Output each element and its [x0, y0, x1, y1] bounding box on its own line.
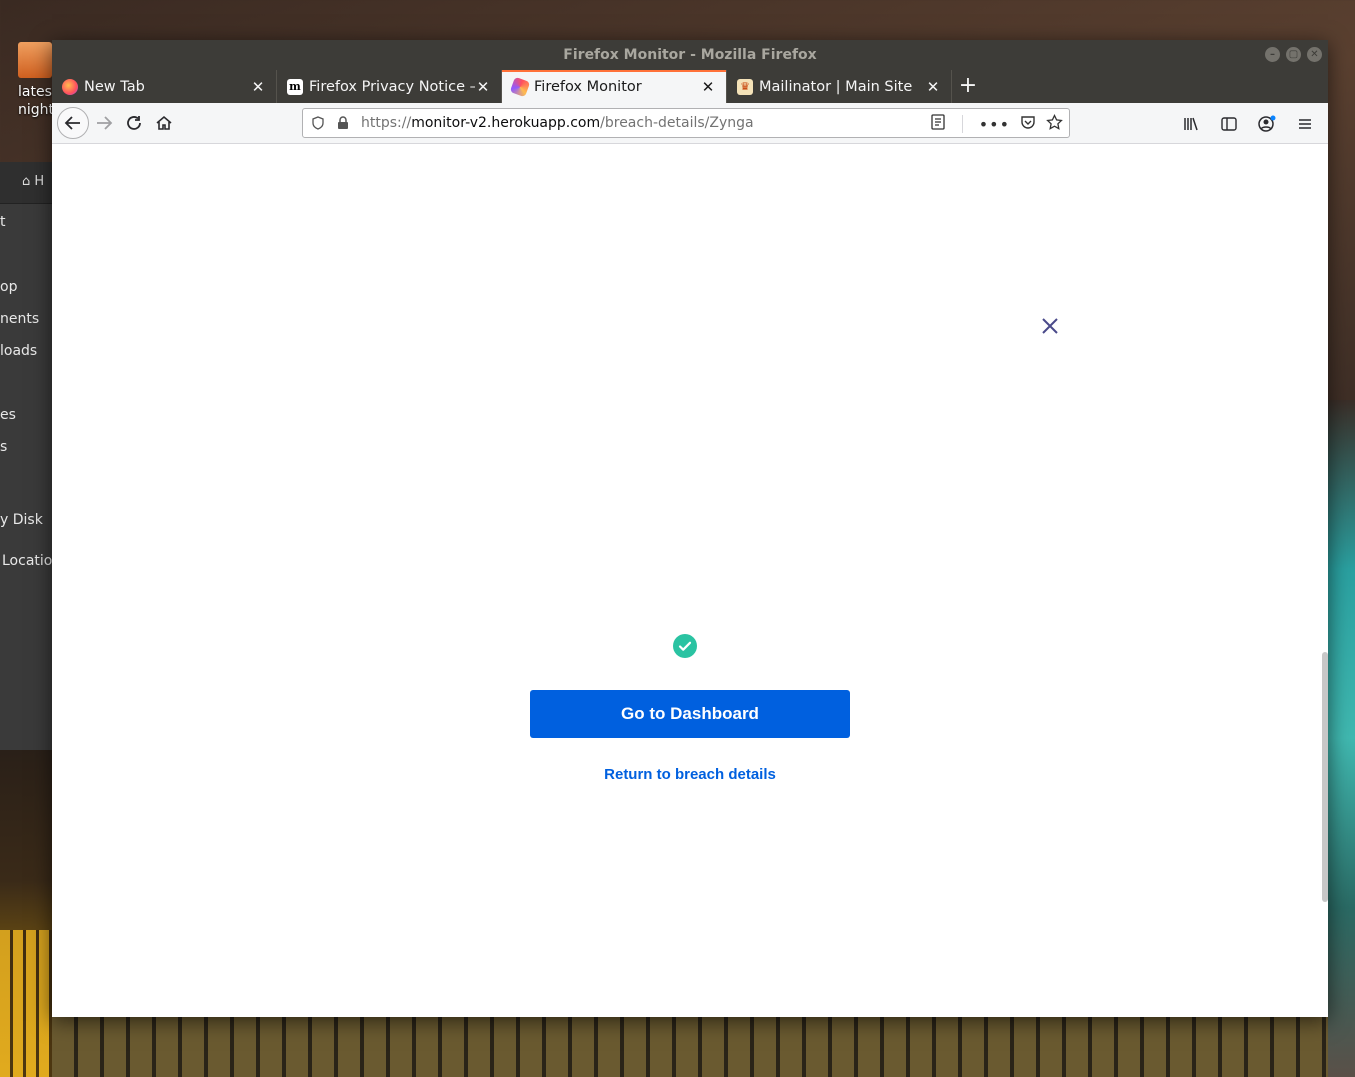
files-sidebar: ⌂ H t op nents loads es s y Disk Locatio: [0, 162, 52, 750]
return-to-breach-details-link[interactable]: Return to breach details: [530, 766, 850, 783]
success-check-icon: [673, 634, 697, 658]
tab-strip: New Tab ✕ m Firefox Privacy Notice — ✕ F…: [52, 70, 1328, 103]
home-icon: ⌂: [22, 174, 31, 189]
reload-button[interactable]: [119, 108, 149, 138]
url-path: /breach-details/Zynga: [600, 115, 754, 131]
account-icon: [1258, 115, 1276, 132]
close-icon[interactable]: [1038, 314, 1062, 338]
tab-title: Mailinator | Main Site: [759, 78, 913, 95]
close-window-button[interactable]: ✕: [1307, 47, 1322, 62]
sidebar-button[interactable]: [1214, 109, 1244, 139]
desktop-folder-icon[interactable]: [18, 42, 52, 78]
new-tab-button[interactable]: +: [954, 70, 982, 103]
files-item[interactable]: y Disk: [0, 512, 43, 528]
wallpaper-right: [1328, 400, 1355, 1077]
mailinator-icon: ♛: [737, 78, 753, 95]
tab-close-icon[interactable]: ✕: [475, 79, 491, 95]
hamburger-menu-icon: [1299, 119, 1311, 129]
files-item[interactable]: Locatio: [2, 553, 52, 569]
m-icon: m: [287, 78, 303, 95]
reload-icon: [127, 116, 141, 130]
url-host: monitor-v2.herokuapp.com: [411, 115, 601, 131]
desktop-label-line-2: night: [18, 102, 55, 118]
pocket-icon[interactable]: [1020, 114, 1036, 134]
files-header: ⌂ H: [0, 162, 52, 204]
url-scheme: https://: [361, 115, 412, 131]
sidebar-icon: [1221, 117, 1237, 131]
menu-button[interactable]: [1290, 109, 1320, 139]
forward-button[interactable]: [89, 108, 119, 138]
tab-close-icon[interactable]: ✕: [925, 79, 941, 95]
desktop-folder-label: lates night: [18, 83, 54, 119]
files-header-text: H: [34, 174, 45, 189]
scrollbar-thumb[interactable]: [1322, 652, 1328, 902]
url-text: https://monitor-v2.herokuapp.com/breach-…: [361, 115, 754, 131]
tab-title: New Tab: [84, 78, 145, 95]
go-to-dashboard-button[interactable]: Go to Dashboard: [530, 690, 850, 738]
firefox-window: Firefox Monitor - Mozilla Firefox – ▢ ✕ …: [52, 40, 1328, 1017]
url-divider: [961, 115, 963, 133]
account-button[interactable]: [1252, 109, 1282, 139]
maximize-button[interactable]: ▢: [1286, 47, 1301, 62]
tab-title: Firefox Monitor: [534, 78, 642, 95]
tab-privacy-notice[interactable]: m Firefox Privacy Notice — ✕: [277, 70, 502, 103]
tab-close-icon[interactable]: ✕: [250, 79, 266, 95]
files-item[interactable]: s: [0, 439, 7, 455]
library-button[interactable]: [1176, 109, 1206, 139]
window-controls: – ▢ ✕: [1265, 47, 1322, 62]
reader-view-icon[interactable]: [930, 113, 946, 135]
window-titlebar[interactable]: Firefox Monitor - Mozilla Firefox – ▢ ✕: [52, 40, 1328, 70]
desktop-label-line-1: lates: [18, 84, 52, 100]
window-title: Firefox Monitor - Mozilla Firefox: [563, 47, 817, 63]
home-button[interactable]: [149, 108, 179, 138]
files-item[interactable]: nents: [0, 311, 39, 327]
firefox-icon: [62, 78, 78, 95]
home-icon: [156, 115, 172, 130]
tab-title: Firefox Privacy Notice —: [309, 78, 475, 95]
tab-mailinator[interactable]: ♛ Mailinator | Main Site ✕: [727, 70, 952, 103]
navigation-toolbar: https://monitor-v2.herokuapp.com/breach-…: [52, 103, 1328, 144]
page-actions-icon[interactable]: •••: [979, 115, 1010, 134]
library-icon: [1184, 117, 1198, 131]
shield-icon[interactable]: [311, 116, 325, 130]
files-item[interactable]: t: [0, 214, 6, 230]
page-content: Go to Dashboard Return to breach details: [52, 144, 1328, 1017]
tab-firefox-monitor[interactable]: Firefox Monitor ✕: [502, 70, 727, 103]
url-bar-actions: •••: [930, 113, 1063, 135]
minimize-button[interactable]: –: [1265, 47, 1280, 62]
wallpaper-left: [0, 750, 60, 1077]
bookmark-star-icon[interactable]: [1046, 113, 1063, 135]
back-button[interactable]: [57, 107, 89, 139]
files-item[interactable]: es: [0, 407, 16, 423]
wallpaper-bottom: [52, 1017, 1328, 1077]
url-bar[interactable]: https://monitor-v2.herokuapp.com/breach-…: [302, 108, 1070, 138]
arrow-left-icon: [64, 116, 80, 130]
files-item[interactable]: loads: [0, 343, 37, 359]
files-item[interactable]: op: [0, 279, 17, 295]
lock-icon[interactable]: [337, 116, 351, 130]
tab-close-icon[interactable]: ✕: [700, 79, 716, 95]
tab-new-tab[interactable]: New Tab ✕: [52, 70, 277, 103]
arrow-right-icon: [97, 116, 113, 130]
toolbar-right: [1176, 109, 1320, 139]
monitor-icon: [509, 76, 531, 97]
